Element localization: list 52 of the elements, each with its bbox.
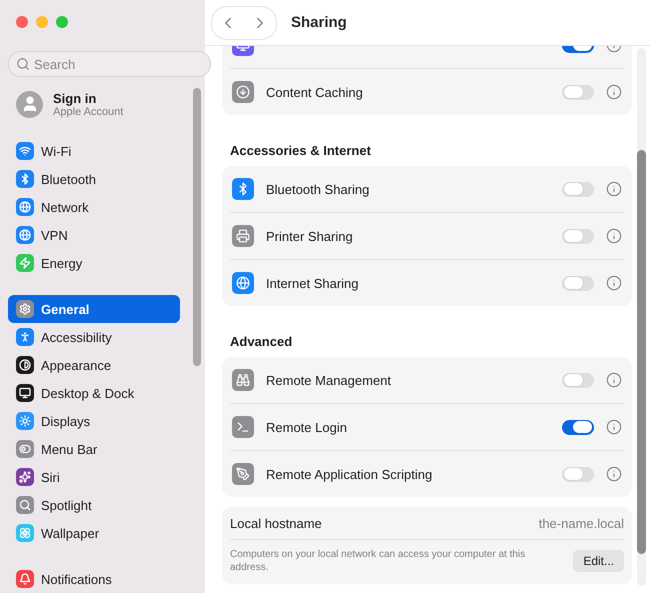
account-name[interactable]: Sign in xyxy=(53,90,124,106)
close-button[interactable] xyxy=(16,16,28,28)
setting-label: Bluetooth Sharing xyxy=(266,182,370,196)
section-heading: Advanced xyxy=(230,334,294,349)
sidebar-item[interactable]: Bluetooth xyxy=(8,165,180,193)
sidebar-item[interactable]: Desktop & Dock xyxy=(8,379,180,407)
sidebar-item[interactable]: Spotlight xyxy=(8,491,180,519)
account-subtitle: Apple Account xyxy=(53,106,124,118)
info-icon[interactable] xyxy=(606,181,622,197)
sidebar-item[interactable]: Notifications xyxy=(8,565,180,593)
info-icon[interactable] xyxy=(606,228,622,244)
sidebar-item[interactable]: Siri xyxy=(8,463,180,491)
sidebar-item[interactable]: Energy xyxy=(8,249,180,277)
toggle-switch[interactable] xyxy=(562,276,594,290)
sidebar-item[interactable]: Menu Bar xyxy=(8,435,180,463)
info-icon[interactable] xyxy=(606,275,622,291)
toggle-switch[interactable] xyxy=(562,182,594,196)
setting-label: Remote Login xyxy=(266,420,348,434)
scrollbar[interactable] xyxy=(637,48,646,586)
sidebar-item[interactable]: Displays xyxy=(8,407,180,435)
hostname-note: Computers on your local network can access your computer at this address. xyxy=(230,548,526,574)
window-title: Sharing xyxy=(291,14,347,31)
info-icon[interactable] xyxy=(606,419,622,435)
toggle-switch[interactable] xyxy=(562,372,594,388)
setting-label: Remote Application Scripting xyxy=(266,466,434,482)
search-icon xyxy=(16,57,30,72)
info-icon[interactable] xyxy=(606,372,622,388)
toggle-switch[interactable] xyxy=(562,84,594,100)
edit-button[interactable]: Edit... xyxy=(573,550,624,572)
setting-label: Content Caching xyxy=(266,84,364,100)
sidebar-item[interactable]: General xyxy=(8,295,180,323)
sidebar-item[interactable]: Accessibility xyxy=(8,323,180,351)
sidebar-item[interactable]: Wi-Fi xyxy=(8,137,180,165)
sidebar-item[interactable]: VPN xyxy=(8,221,180,249)
info-icon[interactable] xyxy=(606,466,622,482)
sidebar-item[interactable]: Wallpaper xyxy=(8,519,180,547)
scrollbar[interactable] xyxy=(193,88,201,366)
toggle-switch[interactable] xyxy=(562,466,594,482)
sidebar-item[interactable]: Network xyxy=(8,193,180,221)
setting-label: Printer Sharing xyxy=(266,228,354,244)
setting-label: Internet Sharing xyxy=(266,276,360,290)
toggle-switch[interactable] xyxy=(562,228,594,244)
hostname-value: the-name.local xyxy=(538,516,624,530)
avatar-icon xyxy=(16,90,43,118)
search-field[interactable]: Search xyxy=(8,51,211,78)
zoom-button[interactable] xyxy=(56,16,68,28)
info-icon[interactable] xyxy=(606,84,622,100)
hostname-label: Local hostname xyxy=(230,516,322,530)
sidebar-item[interactable]: Appearance xyxy=(8,351,180,379)
setting-label: Remote Management xyxy=(266,372,392,388)
section-heading: Accessories & Internet xyxy=(230,143,372,158)
toggle-switch[interactable] xyxy=(562,420,594,434)
